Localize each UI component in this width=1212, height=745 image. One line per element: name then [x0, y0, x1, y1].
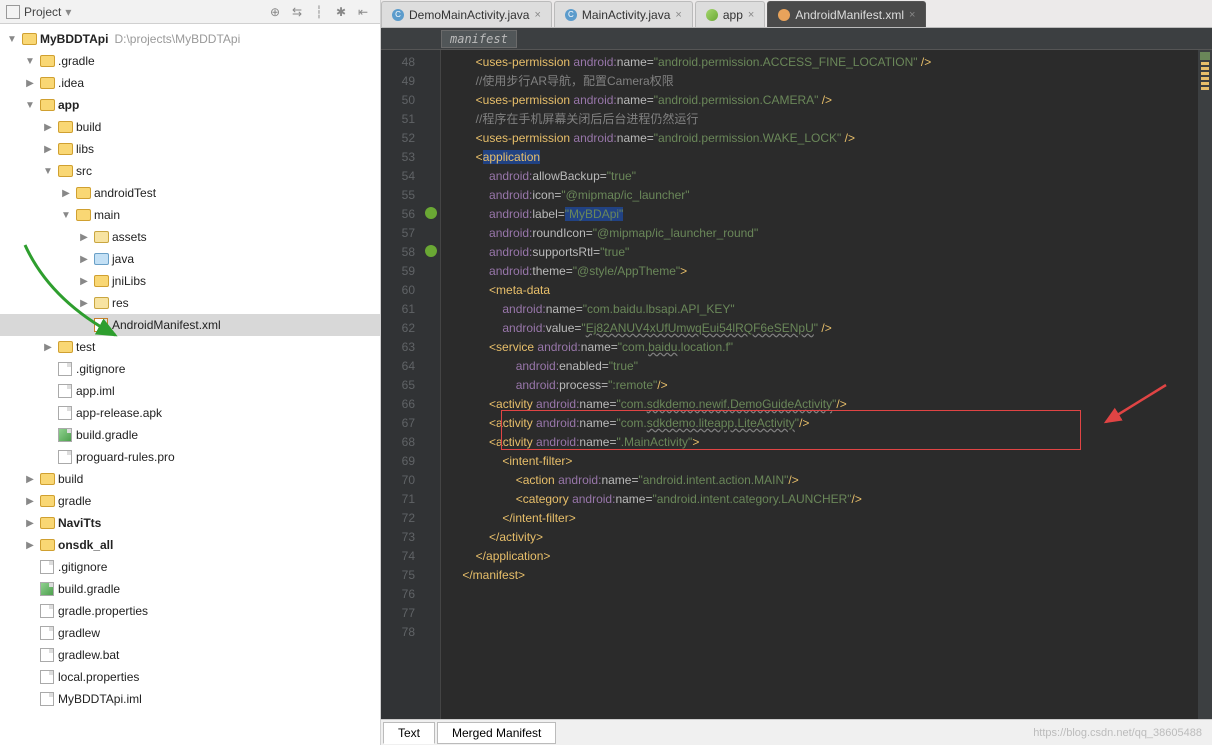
code-line[interactable]: android:enabled="true"	[449, 357, 1198, 376]
refresh-icon[interactable]: ⇆	[289, 4, 305, 20]
tree-item[interactable]: ▶libs	[0, 138, 380, 160]
tree-item[interactable]: ▼.gradle	[0, 50, 380, 72]
editor-pane: CDemoMainActivity.java×CMainActivity.jav…	[381, 0, 1212, 745]
error-stripe[interactable]	[1198, 50, 1212, 719]
icon-gutter	[421, 50, 441, 719]
editor-tab[interactable]: app×	[695, 1, 765, 27]
tree-item[interactable]: gradlew.bat	[0, 644, 380, 666]
tree-item[interactable]: ▶NaviTts	[0, 512, 380, 534]
sidebar-header: Project ▾ ⊕ ⇆ ┆ ✱ ⇤	[0, 0, 380, 24]
editor-bottom-tabs: Text Merged Manifest https://blog.csdn.n…	[381, 719, 1212, 745]
breadcrumb-bar: manifest	[381, 28, 1212, 50]
code-line[interactable]: //使用步行AR导航，配置Camera权限	[449, 72, 1198, 91]
target-icon[interactable]: ⊕	[267, 4, 283, 20]
code-line[interactable]: <meta-data	[449, 281, 1198, 300]
tree-item[interactable]: ▶assets	[0, 226, 380, 248]
watermark: https://blog.csdn.net/qq_38605488	[1033, 727, 1202, 739]
tree-item[interactable]: build.gradle	[0, 578, 380, 600]
code-line[interactable]: android:name="com.baidu.lbsapi.API_KEY"	[449, 300, 1198, 319]
code-line[interactable]: android:label="MyBDApi"	[449, 205, 1198, 224]
code-editor[interactable]: <uses-permission android:name="android.p…	[441, 50, 1198, 719]
code-line[interactable]: <activity android:name="com.sdkdemo.newi…	[449, 395, 1198, 414]
code-line[interactable]: <activity android:name="com.sdkdemo.lite…	[449, 414, 1198, 433]
code-line[interactable]: android:supportsRtl="true"	[449, 243, 1198, 262]
tree-item[interactable]: ▶.idea	[0, 72, 380, 94]
editor-tabs: CDemoMainActivity.java×CMainActivity.jav…	[381, 0, 1212, 28]
code-line[interactable]: <service android:name="com.baidu.locatio…	[449, 338, 1198, 357]
gear-icon[interactable]: ✱	[333, 4, 349, 20]
split-icon[interactable]: ┆	[311, 4, 327, 20]
chevron-down-icon[interactable]: ▾	[65, 5, 71, 19]
code-line[interactable]: android:roundIcon="@mipmap/ic_launcher_r…	[449, 224, 1198, 243]
tab-merged-manifest[interactable]: Merged Manifest	[437, 722, 556, 744]
code-line[interactable]: android:icon="@mipmap/ic_launcher"	[449, 186, 1198, 205]
tree-item[interactable]: .gitignore	[0, 358, 380, 380]
collapse-icon[interactable]: ⇤	[355, 4, 371, 20]
editor-tab[interactable]: AndroidManifest.xml×	[767, 1, 926, 27]
tree-item[interactable]: ▶build	[0, 468, 380, 490]
code-line[interactable]: <uses-permission android:name="android.p…	[449, 53, 1198, 72]
code-line[interactable]: <uses-permission android:name="android.p…	[449, 129, 1198, 148]
tree-item[interactable]: gradlew	[0, 622, 380, 644]
tab-text[interactable]: Text	[383, 722, 435, 744]
code-line[interactable]: <application	[449, 148, 1198, 167]
tree-item[interactable]: app.iml	[0, 380, 380, 402]
tree-item[interactable]: proguard-rules.pro	[0, 446, 380, 468]
tree-item[interactable]: ▶gradle	[0, 490, 380, 512]
code-line[interactable]: android:process=":remote"/>	[449, 376, 1198, 395]
tree-item[interactable]: AndroidManifest.xml	[0, 314, 380, 336]
code-line[interactable]: android:allowBackup="true"	[449, 167, 1198, 186]
tree-item[interactable]: ▶jniLibs	[0, 270, 380, 292]
tree-item[interactable]: ▶java	[0, 248, 380, 270]
tree-item[interactable]: ▼app	[0, 94, 380, 116]
project-tree[interactable]: ▼MyBDDTApiD:\projects\MyBDDTApi▼.gradle▶…	[0, 24, 380, 745]
code-line[interactable]: //程序在手机屏幕关闭后后台进程仍然运行	[449, 110, 1198, 129]
android-icon	[423, 243, 439, 259]
tree-item[interactable]: ▶res	[0, 292, 380, 314]
code-line[interactable]: </activity>	[449, 528, 1198, 547]
code-line[interactable]: <action android:name="android.intent.act…	[449, 471, 1198, 490]
tree-item[interactable]: ▶onsdk_all	[0, 534, 380, 556]
code-line[interactable]: <activity android:name=".MainActivity">	[449, 433, 1198, 452]
sidebar-title: Project	[24, 5, 61, 19]
line-gutter: 4849505152535455565758596061626364656667…	[381, 50, 421, 719]
tree-root[interactable]: ▼MyBDDTApiD:\projects\MyBDDTApi	[0, 28, 380, 50]
tree-item[interactable]: MyBDDTApi.iml	[0, 688, 380, 710]
tree-item[interactable]: ▶androidTest	[0, 182, 380, 204]
tree-item[interactable]: app-release.apk	[0, 402, 380, 424]
code-line[interactable]: </intent-filter>	[449, 509, 1198, 528]
tree-item[interactable]: .gitignore	[0, 556, 380, 578]
tree-item[interactable]: ▶test	[0, 336, 380, 358]
project-icon	[6, 5, 20, 19]
code-line[interactable]: </manifest>	[449, 566, 1198, 585]
tree-item[interactable]: build.gradle	[0, 424, 380, 446]
editor-tab[interactable]: CDemoMainActivity.java×	[381, 1, 552, 27]
code-line[interactable]: android:theme="@style/AppTheme">	[449, 262, 1198, 281]
breadcrumb-tag[interactable]: manifest	[441, 30, 517, 48]
code-line[interactable]: <uses-permission android:name="android.p…	[449, 91, 1198, 110]
editor-tab[interactable]: CMainActivity.java×	[554, 1, 693, 27]
tree-item[interactable]: ▶build	[0, 116, 380, 138]
project-sidebar: Project ▾ ⊕ ⇆ ┆ ✱ ⇤ ▼MyBDDTApiD:\project…	[0, 0, 381, 745]
code-line[interactable]: <category android:name="android.intent.c…	[449, 490, 1198, 509]
tree-item[interactable]: ▼main	[0, 204, 380, 226]
code-line[interactable]: android:value="Ej82ANUV4xUfUmwqEui54lRQF…	[449, 319, 1198, 338]
android-icon	[423, 205, 439, 221]
tree-item[interactable]: ▼src	[0, 160, 380, 182]
tree-item[interactable]: gradle.properties	[0, 600, 380, 622]
tree-item[interactable]: local.properties	[0, 666, 380, 688]
code-line[interactable]: </application>	[449, 547, 1198, 566]
code-area: 4849505152535455565758596061626364656667…	[381, 50, 1212, 719]
code-line[interactable]: <intent-filter>	[449, 452, 1198, 471]
